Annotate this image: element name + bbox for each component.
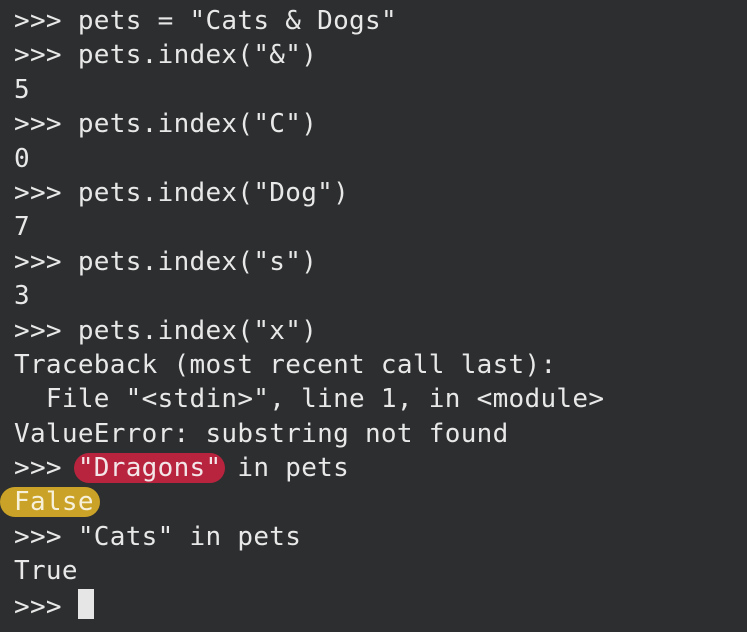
command-text: "Cats" in pets xyxy=(77,521,302,552)
command-text: pets.index("&") xyxy=(77,40,318,71)
terminal-input-line: >>> pets = "Cats & Dogs" xyxy=(14,4,747,38)
terminal-output-line: File "<stdin>", line 1, in <module> xyxy=(14,382,747,416)
prompt: >>> xyxy=(14,6,62,36)
terminal-input-line: >>> pets.index("&") xyxy=(14,38,747,72)
terminal-input-line: >>> pets.index("Dog") xyxy=(14,176,747,210)
terminal-input-line: >>> "Cats" in pets xyxy=(14,520,747,554)
prompt: >>> xyxy=(14,177,62,208)
prompt: >>> xyxy=(14,453,62,484)
terminal-history-after: >>> "Cats" in pets True xyxy=(14,520,747,589)
highlighted-result: False xyxy=(0,487,100,518)
command-text: pets.index("x") xyxy=(77,315,318,346)
prompt: >>> xyxy=(14,315,62,346)
highlighted-string: "Dragons" xyxy=(73,453,226,484)
terminal-output-line: 3 xyxy=(14,279,747,313)
output-text: Traceback (most recent call last): xyxy=(14,349,557,380)
command-text: pets.index("C") xyxy=(77,109,318,140)
prompt: >>> xyxy=(14,246,62,277)
command-text: pets = "Cats & Dogs" xyxy=(77,6,397,36)
output-text: True xyxy=(14,556,78,587)
prompt: >>> xyxy=(14,521,62,552)
prompt: >>> xyxy=(14,40,62,71)
terminal-input-line: >>> pets.index("C") xyxy=(14,107,747,141)
terminal-input-line: >>> pets.index("x") xyxy=(14,314,747,348)
terminal-output-line: True xyxy=(14,554,747,588)
command-text: pets.index("s") xyxy=(77,246,318,277)
prompt: >>> xyxy=(14,109,62,140)
terminal-line-highlighted-input: >>> "Dragons" in pets xyxy=(14,451,747,485)
terminal-output-line: 0 xyxy=(14,142,747,176)
terminal-output-line: Traceback (most recent call last): xyxy=(14,348,747,382)
output-text: 3 xyxy=(14,281,30,312)
terminal-output-line: ValueError: substring not found xyxy=(14,417,747,451)
terminal-history: >>> pets = "Cats & Dogs" >>> pets.index("… xyxy=(14,4,747,451)
terminal-output-line: 5 xyxy=(14,73,747,107)
command-text: pets.index("Dog") xyxy=(77,177,350,208)
terminal-current-prompt-line[interactable]: >>> xyxy=(14,588,747,623)
terminal-window[interactable]: >>> pets = "Cats & Dogs" >>> pets.index("… xyxy=(0,0,747,632)
output-text: 5 xyxy=(14,74,30,105)
command-text: in pets xyxy=(221,453,350,484)
output-text: 0 xyxy=(14,143,30,174)
terminal-line-highlighted-output: False xyxy=(0,485,747,519)
prompt: >>> xyxy=(14,591,62,622)
text-cursor[interactable] xyxy=(77,588,94,619)
terminal-input-line: >>> pets.index("s") xyxy=(14,245,747,279)
output-text: 7 xyxy=(14,212,30,243)
terminal-output-line: 7 xyxy=(14,210,747,244)
output-text: File "<stdin>", line 1, in <module> xyxy=(14,384,605,415)
output-text: ValueError: substring not found xyxy=(14,418,509,449)
